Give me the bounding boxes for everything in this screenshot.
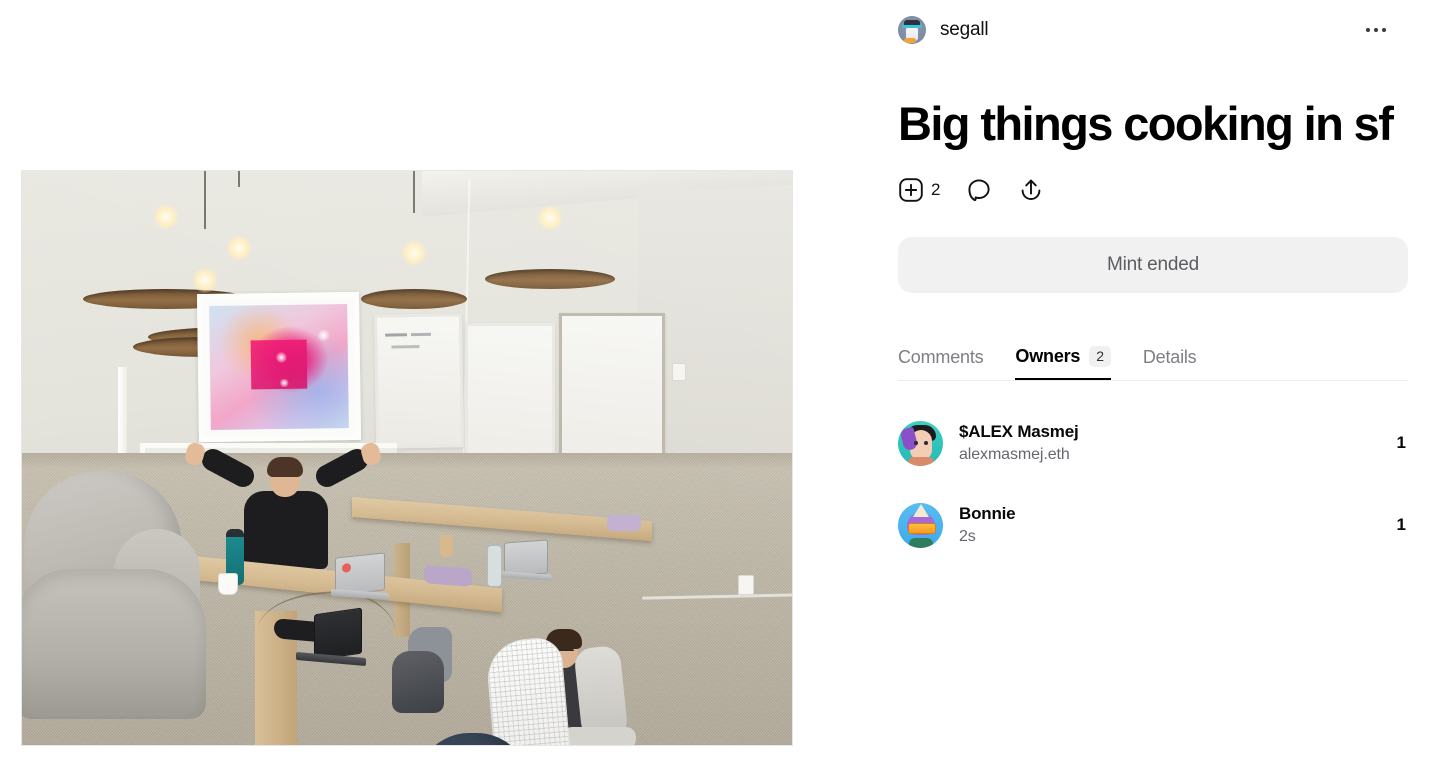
pouch: [607, 515, 641, 531]
collect-count: 2: [931, 180, 941, 199]
share-button[interactable]: [1018, 170, 1044, 210]
pendant-lamp-icon: [359, 171, 469, 309]
post-page: segall Big things cooking in sf 2 Mint e…: [0, 0, 1456, 766]
person-hair: [267, 457, 303, 477]
list-item[interactable]: Bonnie 2s 1: [898, 484, 1408, 566]
post-details-pane: segall Big things cooking in sf 2 Mint e…: [898, 0, 1408, 766]
office-chair-seat: [562, 727, 636, 745]
plus-square-icon: [898, 177, 924, 203]
creator-row[interactable]: segall: [898, 16, 1408, 44]
alex-masmej-avatar[interactable]: [898, 420, 943, 466]
owners-list: $ALEX Masmej alexmasmej.eth 1 Bonnie 2s …: [898, 402, 1408, 566]
owner-name: Bonnie: [959, 503, 1016, 523]
pouch: [424, 565, 472, 587]
comment-button[interactable]: [966, 170, 992, 210]
tab-details[interactable]: Details: [1143, 334, 1197, 380]
share-icon: [1018, 177, 1044, 203]
whiteboard: [373, 313, 465, 449]
wall-outlet: [738, 575, 754, 595]
penguin-avatar[interactable]: [898, 16, 926, 44]
owner-subtitle: alexmasmej.eth: [959, 445, 1070, 463]
person-torso: [244, 491, 328, 569]
tab-details-label: Details: [1142, 346, 1197, 367]
tab-owners-label: Owners: [1015, 345, 1081, 366]
mint-ended-button[interactable]: Mint ended: [898, 237, 1408, 293]
tab-bar: Comments Owners 2 Details: [898, 334, 1408, 381]
creator-name[interactable]: segall: [940, 16, 989, 44]
tab-owners-badge: 2: [1089, 345, 1111, 367]
more-horizontal-icon[interactable]: [1358, 16, 1394, 44]
tab-comments-label: Comments: [898, 346, 984, 367]
armchair-seat: [22, 569, 206, 719]
tab-owners[interactable]: Owners 2: [1015, 334, 1111, 380]
owner-subtitle: 2s: [959, 527, 976, 545]
bonnie-avatar[interactable]: [898, 502, 943, 548]
collect-button[interactable]: 2: [898, 170, 940, 210]
owner-text: Bonnie 2s: [959, 503, 1397, 548]
post-image[interactable]: [21, 170, 793, 746]
backpack: [392, 651, 444, 713]
media-pane: [0, 0, 814, 766]
wall-outlet: [672, 363, 686, 381]
owner-name: $ALEX Masmej: [959, 421, 1079, 441]
owner-text: $ALEX Masmej alexmasmej.eth: [959, 421, 1397, 466]
office-photo: [22, 171, 792, 745]
list-item[interactable]: $ALEX Masmej alexmasmej.eth 1: [898, 402, 1408, 484]
coffee-cup: [440, 535, 453, 557]
coffee-cup: [218, 573, 238, 595]
pendant-lamp-icon: [482, 171, 618, 289]
comment-bubble-icon: [966, 177, 992, 203]
owner-count: 1: [1396, 433, 1406, 452]
water-bottle: [487, 545, 502, 587]
framed-artwork: [196, 291, 362, 443]
page-title: Big things cooking in sf: [898, 97, 1394, 151]
action-row: 2: [898, 170, 1070, 210]
owner-count: 1: [1396, 515, 1406, 534]
tab-comments[interactable]: Comments: [898, 334, 984, 380]
